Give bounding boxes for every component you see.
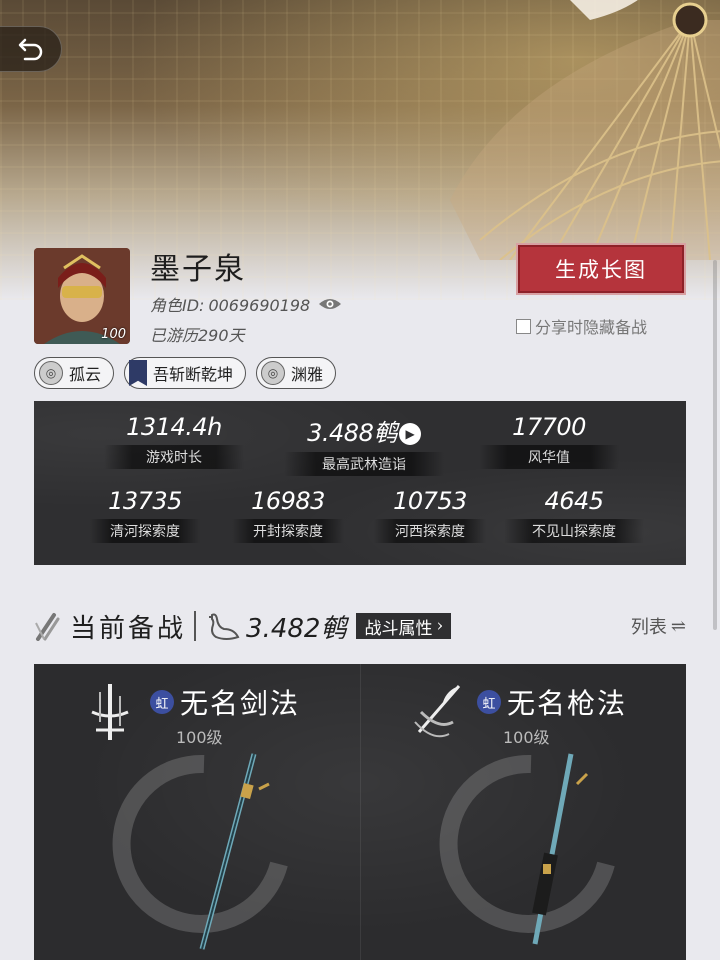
circle-emblem-icon: ◎: [39, 361, 63, 385]
rarity-badge: 虹: [150, 690, 174, 714]
stat-label: 游戏时长: [104, 445, 244, 469]
sword-illustration: [112, 753, 288, 950]
generate-long-image-button[interactable]: 生成长图: [516, 243, 686, 295]
stat-label: 不见山探索度: [504, 519, 644, 543]
spear-illustration: [439, 753, 615, 945]
stat-label: 河西探索度: [374, 519, 486, 543]
attr-button-label: 战斗属性: [364, 618, 433, 639]
role-id-row: 角色ID: 0069690198: [150, 292, 342, 316]
section-title: 当前备战: [70, 613, 187, 644]
combat-attributes-button[interactable]: 战斗属性 ›: [356, 613, 452, 639]
hide-loadout-toggle[interactable]: 分享时隐藏备战: [516, 314, 647, 338]
title-tags: ◎ 孤云 吾斩断乾坤 ◎ 渊雅: [34, 357, 337, 389]
avatar[interactable]: 100: [34, 248, 130, 344]
tag-yuanya[interactable]: ◎ 渊雅: [256, 357, 337, 389]
weapon-card-sword[interactable]: 虹 无名剑法 100级: [34, 664, 360, 960]
stats-panel: 1314.4h 游戏时长 3.488鹌 ▶ 最高武林造诣 17700 风华值 13…: [34, 401, 686, 565]
sword-icon: [91, 684, 129, 740]
weapon-name: 无名枪法: [507, 687, 628, 720]
rarity-badge: 虹: [477, 690, 501, 714]
spear-icon: [414, 685, 461, 738]
chevron-right-icon: ›: [436, 616, 444, 636]
banner-icon: [129, 360, 148, 386]
stat-max-skill[interactable]: 3.488鹌 ▶ 最高武林造诣: [284, 413, 444, 476]
tag-label: 渊雅: [291, 365, 324, 384]
tag-label: 吾斩断乾坤: [153, 365, 234, 384]
weapon-name: 无名剑法: [180, 687, 301, 720]
stat-elegance: 17700 风华值: [479, 413, 619, 469]
stat-kaifeng: 16983 开封探索度: [232, 487, 344, 543]
tag-guyun[interactable]: ◎ 孤云: [34, 357, 115, 389]
undo-arrow-icon: [18, 38, 42, 61]
stat-value: 4645: [544, 487, 604, 515]
goose-icon: [209, 613, 240, 640]
scrollbar[interactable]: [713, 260, 717, 630]
brush-strokes-icon: [35, 613, 60, 641]
stat-value: 3.488鹌 ▶: [284, 413, 444, 448]
stat-qinghe: 13735 清河探索度: [90, 487, 200, 543]
divider: [194, 611, 197, 641]
hide-loadout-label: 分享时隐藏备战: [535, 318, 648, 337]
stat-label: 开封探索度: [232, 519, 344, 543]
list-view-toggle[interactable]: 列表 ⇌: [631, 613, 686, 639]
hide-loadout-checkbox[interactable]: [516, 318, 531, 334]
stat-label: 最高武林造诣: [284, 452, 444, 476]
stat-value: 17700: [512, 413, 586, 441]
stat-playtime: 1314.4h 游戏时长: [104, 413, 244, 469]
stat-bujianshan: 4645 不见山探索度: [504, 487, 644, 543]
eye-icon[interactable]: [318, 296, 342, 312]
stat-value: 10753: [393, 487, 467, 515]
loadout-header: 当前备战 3.482鹌 战斗属性 › 列表 ⇌: [34, 604, 686, 648]
arrow-right-icon[interactable]: ▶: [398, 423, 421, 445]
back-button[interactable]: [0, 26, 62, 72]
circle-emblem-icon: ◎: [261, 361, 286, 385]
weapons-panel: 虹 无名剑法 100级 虹 无名枪法 100级: [34, 664, 686, 960]
swap-arrows-icon: ⇌: [670, 615, 686, 637]
days-traveled: 已游历290天: [150, 326, 245, 345]
stat-value: 16983: [251, 487, 325, 515]
fan-illustration: [450, 0, 720, 260]
tag-label: 孤云: [69, 365, 102, 384]
role-id-label: 角色ID: 0069690198: [150, 296, 311, 315]
tag-title[interactable]: 吾斩断乾坤: [124, 357, 247, 389]
avatar-level: 100: [101, 327, 126, 342]
player-name: 墨子泉: [150, 252, 246, 287]
weapon-card-spear[interactable]: 虹 无名枪法 100级: [360, 664, 686, 960]
stat-label: 清河探索度: [90, 519, 200, 543]
loadout-score: 3.482鹌: [246, 613, 347, 644]
stat-label: 风华值: [479, 445, 619, 469]
stat-value: 13735: [108, 487, 182, 515]
stat-hexi: 10753 河西探索度: [374, 487, 486, 543]
stat-value: 1314.4h: [126, 413, 222, 441]
list-toggle-label: 列表: [630, 617, 667, 638]
